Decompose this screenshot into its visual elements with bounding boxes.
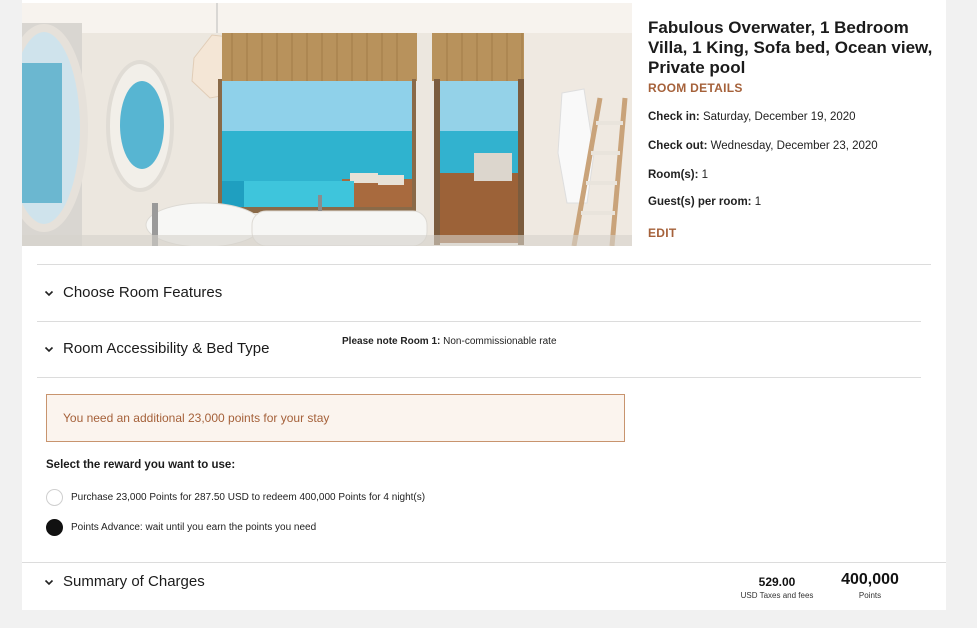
points-summary: 400,000 Points: [827, 571, 913, 600]
taxes-label: USD Taxes and fees: [740, 591, 814, 600]
check-out-label: Check out:: [648, 140, 708, 152]
radio-unchecked-icon[interactable]: [46, 489, 63, 506]
rate-note: Please note Room 1: Non-commissionable r…: [342, 336, 557, 347]
chevron-down-icon: [44, 346, 54, 352]
room-title: Fabulous Overwater, 1 Bedroom Villa, 1 K…: [648, 18, 933, 77]
accordion-label: Room Accessibility & Bed Type: [63, 340, 270, 357]
reward-option-purchase[interactable]: Purchase 23,000 Points for 287.50 USD to…: [46, 489, 425, 506]
booking-card: Fabulous Overwater, 1 Bedroom Villa, 1 K…: [22, 0, 946, 610]
accordion-room-features[interactable]: Choose Room Features: [42, 284, 222, 301]
divider: [37, 377, 921, 378]
rate-note-text: Non-commissionable rate: [443, 336, 557, 347]
reward-option-label: Purchase 23,000 Points for 287.50 USD to…: [71, 492, 426, 503]
rooms-label: Room(s):: [648, 169, 699, 181]
accordion-accessibility[interactable]: Room Accessibility & Bed Type: [42, 340, 269, 357]
reward-option-advance[interactable]: Points Advance: wait until you earn the …: [46, 519, 316, 536]
guests-value: 1: [754, 196, 762, 208]
radio-checked-icon[interactable]: [46, 519, 63, 536]
guests-row: Guest(s) per room: 1: [648, 196, 761, 208]
check-in-label: Check in:: [648, 111, 700, 123]
check-in-row: Check in: Saturday, December 19, 2020: [648, 111, 856, 123]
room-photo: [22, 3, 632, 246]
chevron-down-icon: [44, 579, 54, 585]
edit-link[interactable]: EDIT: [648, 226, 677, 240]
taxes-summary: 529.00 USD Taxes and fees: [727, 575, 827, 600]
points-label: Points: [858, 591, 882, 600]
check-out-value: Wednesday, December 23, 2020: [710, 140, 878, 152]
rooms-value: 1: [701, 169, 709, 181]
divider: [22, 562, 946, 563]
check-in-value: Saturday, December 19, 2020: [702, 111, 856, 123]
reward-heading: Select the reward you want to use:: [46, 459, 236, 471]
points-amount: 400,000: [841, 571, 899, 588]
guests-label: Guest(s) per room:: [648, 196, 752, 208]
check-out-row: Check out: Wednesday, December 23, 2020: [648, 140, 878, 152]
reward-option-label: Points Advance: wait until you earn the …: [71, 522, 317, 533]
points-alert: You need an additional 23,000 points for…: [46, 394, 625, 442]
room-details-link[interactable]: ROOM DETAILS: [648, 81, 946, 95]
rate-note-label: Please note Room 1:: [342, 336, 441, 347]
accordion-label: Choose Room Features: [63, 284, 223, 301]
taxes-amount: 529.00: [758, 575, 796, 589]
divider: [37, 321, 921, 322]
accordion-summary[interactable]: Summary of Charges: [42, 573, 205, 590]
points-alert-text: You need an additional 23,000 points for…: [63, 411, 330, 425]
rooms-row: Room(s): 1: [648, 169, 708, 181]
divider: [37, 264, 931, 265]
chevron-down-icon: [44, 290, 54, 296]
accordion-label: Summary of Charges: [63, 573, 205, 590]
room-info: Fabulous Overwater, 1 Bedroom Villa, 1 K…: [648, 18, 946, 240]
